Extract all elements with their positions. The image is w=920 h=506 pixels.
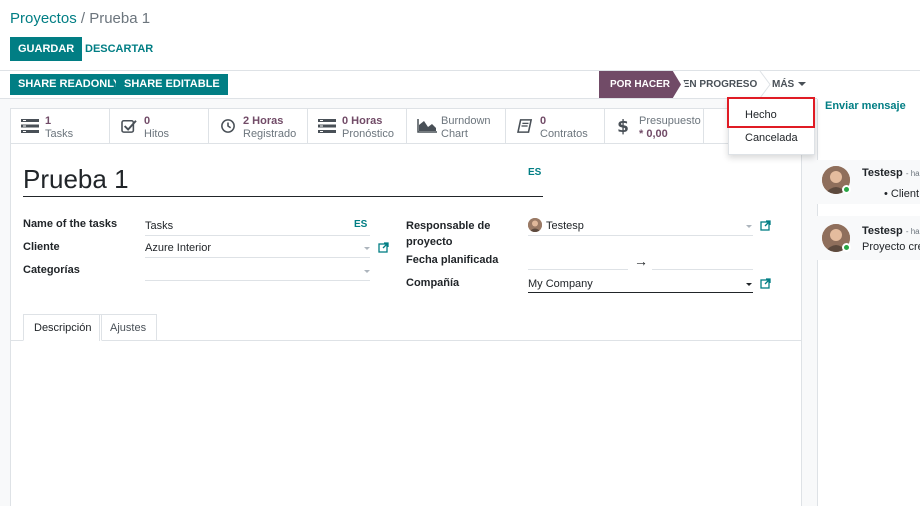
smart-button-milestones[interactable]: 0 Hitos (110, 109, 209, 143)
smart-label: Presupuesto (639, 115, 701, 127)
tab-settings[interactable]: Ajustes (99, 314, 158, 341)
share-editable-button[interactable]: SHARE EDITABLE (116, 74, 228, 95)
user-avatar-icon (528, 218, 542, 232)
external-link-icon[interactable] (760, 278, 771, 289)
avatar (528, 218, 542, 232)
smart-label: Pronóstico (342, 128, 394, 140)
app-root: Proyectos / Prueba 1 GUARDAR DESCARTAR S… (0, 0, 920, 506)
smart-label: Registrado (243, 128, 297, 140)
tasks-icon (318, 119, 336, 133)
smart-value: 2 Horas (243, 115, 284, 127)
smart-label: Tasks (45, 128, 74, 140)
caret-down-icon (798, 82, 807, 87)
smart-button-timesheets[interactable]: 2 Horas Registrado (209, 109, 308, 143)
more-stages-label: MÁS (772, 79, 795, 90)
date-range-arrow: → (634, 253, 648, 269)
tasks-icon (21, 119, 39, 133)
message-author: Testesp - hac (862, 225, 920, 237)
dollar-icon: $ (617, 117, 629, 135)
more-stages-dropdown[interactable]: MÁS (772, 71, 807, 98)
stage-separator-icon (759, 71, 771, 98)
check-square-icon (121, 119, 137, 133)
company-label: Compañía (406, 277, 460, 289)
chatter-message: Testesp - hac • Client (817, 160, 920, 204)
caret-down-icon (364, 270, 370, 273)
responsible-label: Responsable de proyecto (406, 220, 491, 248)
company-select[interactable]: My Company (528, 278, 593, 290)
client-select[interactable]: Azure Interior (145, 242, 211, 254)
smart-label: Hitos (144, 128, 170, 140)
smart-button-burndown[interactable]: Burndown Chart (407, 109, 506, 143)
caret-down-icon (746, 283, 752, 286)
tab-description[interactable]: Descripción (23, 314, 103, 341)
message-author: Testesp - hac (862, 167, 920, 179)
stage-por-hacer[interactable]: POR HACER (599, 71, 681, 98)
name-of-tasks-label: Name of the tasks (23, 218, 118, 230)
field-underline (528, 235, 753, 236)
smart-value: 0 (144, 115, 151, 127)
online-status-icon (842, 243, 851, 252)
smart-button-contracts[interactable]: 0 Contratos (506, 109, 605, 143)
planned-date-label: Fecha planificada (406, 254, 499, 266)
external-link-icon[interactable] (760, 220, 771, 231)
responsible-select[interactable]: Testesp (546, 220, 584, 232)
smart-label: Burndown (441, 115, 491, 127)
external-link-icon[interactable] (378, 242, 389, 253)
message-body: Proyecto crea (862, 241, 920, 253)
categories-select[interactable] (145, 280, 370, 281)
online-status-icon (842, 185, 851, 194)
area-chart-icon (417, 119, 437, 133)
message-body: • Client (884, 188, 920, 200)
date-end-input[interactable] (652, 269, 753, 270)
caret-down-icon (364, 247, 370, 250)
smart-value: * 0,00 (639, 128, 668, 140)
stage-en-progreso[interactable]: EN PROGRESO (679, 71, 761, 98)
smart-value: 1 (45, 115, 52, 127)
chatter-topbar: Enviar mensaje P (825, 100, 920, 112)
discard-button[interactable]: DESCARTAR (80, 37, 158, 61)
send-message-button[interactable]: Enviar mensaje (825, 100, 906, 112)
smart-button-tasks[interactable]: 1 Tasks (11, 109, 110, 143)
menu-item-cancelled[interactable]: Cancelada (729, 126, 814, 150)
book-icon (517, 119, 533, 133)
highlight-box (727, 97, 815, 128)
smart-value: 0 (540, 115, 547, 127)
smart-value: 0 Horas (342, 115, 383, 127)
smart-button-forecast[interactable]: 0 Horas Pronóstico (308, 109, 407, 143)
smart-label: Chart (441, 128, 468, 140)
status-bar: SHARE READONLY SHARE EDITABLE POR HACER … (0, 71, 817, 99)
title-underline (23, 196, 543, 197)
smart-button-budget[interactable]: $ Presupuesto * 0,00 (605, 109, 704, 143)
caret-down-icon (746, 225, 752, 228)
breadcrumb-parent-link[interactable]: Proyectos (10, 10, 77, 27)
field-underline (528, 292, 753, 293)
field-underline (145, 235, 370, 236)
project-name-input[interactable]: Prueba 1 (23, 164, 129, 195)
client-label: Cliente (23, 241, 60, 253)
save-button[interactable]: GUARDAR (10, 37, 83, 61)
clock-icon (221, 119, 235, 133)
breadcrumb-current: Prueba 1 (89, 10, 151, 27)
categories-label: Categorías (23, 264, 80, 276)
control-panel: Proyectos / Prueba 1 GUARDAR DESCARTAR (0, 0, 920, 71)
date-start-input[interactable] (528, 269, 628, 270)
svg-text:$: $ (617, 117, 629, 135)
breadcrumb: Proyectos / Prueba 1 (10, 10, 150, 27)
smart-label: Contratos (540, 128, 588, 140)
translate-button[interactable]: ES (354, 219, 367, 230)
chatter-message: Testesp - hac Proyecto crea (817, 216, 920, 260)
share-readonly-button[interactable]: SHARE READONLY (10, 74, 129, 95)
smart-buttons-bar: 1 Tasks 0 Hitos 2 Horas Registrado 0 Hor… (10, 108, 802, 144)
breadcrumb-separator: / (76, 10, 90, 27)
field-underline (145, 257, 370, 258)
translate-button[interactable]: ES (528, 167, 541, 178)
name-of-tasks-input[interactable]: Tasks (145, 220, 173, 232)
